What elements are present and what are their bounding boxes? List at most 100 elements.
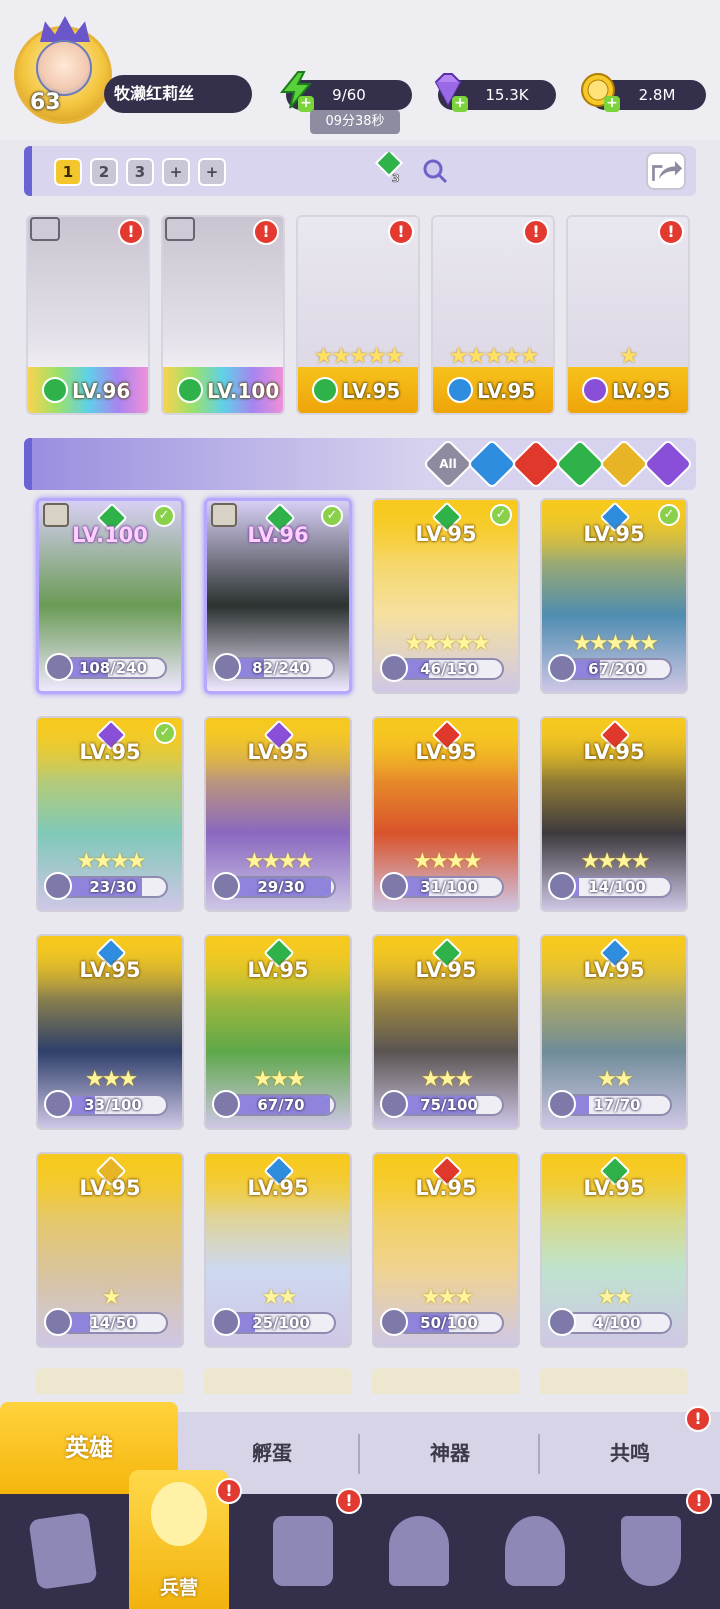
cards-icon — [28, 1512, 98, 1590]
shard-icon — [44, 872, 72, 900]
filter-wind[interactable] — [554, 438, 606, 490]
tab-artifacts[interactable]: 神器 — [362, 1412, 538, 1494]
filter-light[interactable] — [598, 438, 650, 490]
hero-card-partial — [36, 1368, 184, 1394]
hero-stars: ★ — [101, 1285, 122, 1310]
nav-guild[interactable] — [606, 1506, 696, 1596]
shard-icon — [44, 1090, 72, 1118]
magnify-icon[interactable] — [422, 158, 448, 184]
hero-card[interactable]: ✓ LV.95 ★★★★★ 67/200 — [540, 498, 688, 694]
shard-progress-text: 31/100 — [420, 878, 478, 896]
hero-stars: ★★★ — [84, 1067, 138, 1092]
resonance-alert-badge: ! — [685, 1406, 711, 1432]
tab-divider — [538, 1434, 540, 1474]
shard-progress-bar: 17/70 — [562, 1094, 672, 1116]
crown-icon — [40, 16, 90, 42]
shard-progress-text: 67/200 — [588, 660, 646, 678]
team-slot-2[interactable]: LV.100 ! — [161, 215, 285, 415]
hero-card[interactable]: LV.95 ★★★ 33/100 — [36, 934, 184, 1130]
shard-progress-text: 14/100 — [588, 878, 646, 896]
hero-card[interactable]: ✓ LV.96 82/240 — [204, 498, 352, 694]
hero-level: LV.100 — [72, 523, 148, 547]
slot-level: LV.96 — [72, 379, 131, 403]
hero-card[interactable]: LV.95 ★★ 4/100 — [540, 1152, 688, 1348]
filter-all[interactable]: All — [422, 438, 474, 490]
nav-barracks-label: 兵营 — [159, 1577, 198, 1599]
team-slot-5[interactable]: LV.95 ★ ! — [566, 215, 690, 415]
share-icon — [652, 161, 683, 181]
hero-stars: ★★★★ — [244, 849, 315, 874]
castle-icon — [389, 1516, 449, 1586]
hero-card[interactable]: LV.95 ★★ 25/100 — [204, 1152, 352, 1348]
shard-progress-bar: 50/100 — [394, 1312, 504, 1334]
nav-barracks[interactable]: 兵营 — [129, 1470, 229, 1609]
hero-card[interactable]: LV.95 ★★★ 75/100 — [372, 934, 520, 1130]
sub-tabs: 英雄 孵蛋 神器 共鸣 ! — [0, 1402, 720, 1494]
nav-book[interactable] — [258, 1506, 348, 1596]
slot-stars: ★★★★★ — [313, 344, 405, 369]
hero-card[interactable]: ✓ LV.95 ★★★★ 23/30 — [36, 716, 184, 912]
slot-stars: ★ — [619, 344, 639, 369]
hero-card[interactable]: LV.95 ★★★★ 31/100 — [372, 716, 520, 912]
slot-alert-badge: ! — [523, 219, 549, 245]
avatar — [36, 40, 92, 96]
hero-card[interactable]: ✓ LV.95 ★★★★★ 46/150 — [372, 498, 520, 694]
filter-water[interactable] — [466, 438, 518, 490]
hero-stars: ★★ — [597, 1285, 633, 1310]
hero-card-partial — [204, 1368, 352, 1394]
hero-card[interactable]: LV.95 ★★★ 67/70 — [204, 934, 352, 1130]
hero-card[interactable]: LV.95 ★★★ 50/100 — [372, 1152, 520, 1348]
player-level: 63 — [30, 90, 61, 115]
team-tab-add-1[interactable]: + — [162, 158, 190, 186]
shard-progress-bar: 29/30 — [226, 876, 336, 898]
shard-progress-bar: 25/100 — [226, 1312, 336, 1334]
team-slot-4[interactable]: LV.95 ★★★★★ ! — [431, 215, 555, 415]
hero-card[interactable]: ✓ LV.100 108/240 — [36, 498, 184, 694]
nav-castle[interactable] — [374, 1506, 464, 1596]
wind-element-icon — [312, 377, 338, 403]
hero-card-partial — [540, 1368, 688, 1394]
nav-mushroom[interactable] — [490, 1506, 580, 1596]
hero-card[interactable]: LV.95 ★★★★ 14/100 — [540, 716, 688, 912]
hero-card[interactable]: LV.95 ★★ 17/70 — [540, 934, 688, 1130]
filter-dark[interactable] — [642, 438, 694, 490]
filter-all-label: All — [439, 457, 457, 471]
filter-fire[interactable] — [510, 438, 562, 490]
shard-icon — [213, 653, 241, 681]
nav-cards[interactable] — [18, 1506, 108, 1596]
hero-level: LV.95 — [247, 740, 309, 764]
hero-level: LV.95 — [583, 958, 645, 982]
hero-stars: ★★★ — [420, 1067, 474, 1092]
top-header: 63 牧濑红莉丝 9/60 + 09分38秒 15.3K + 2.8M + — [0, 0, 720, 140]
shard-progress-bar: 75/100 — [394, 1094, 504, 1116]
shard-progress-text: 108/240 — [78, 659, 148, 677]
shard-icon — [380, 872, 408, 900]
hero-level: LV.95 — [79, 958, 141, 982]
hero-card[interactable]: LV.95 ★★★★ 29/30 — [204, 716, 352, 912]
wind-element-icon — [42, 377, 68, 403]
shard-icon — [212, 1308, 240, 1336]
team-tab-1[interactable]: 1 — [54, 158, 82, 186]
shard-icon — [212, 872, 240, 900]
team-slot-3[interactable]: LV.95 ★★★★★ ! — [296, 215, 420, 415]
barracks-icon — [151, 1482, 207, 1546]
add-gems-button[interactable]: + — [452, 96, 468, 112]
element-filter-bar: All — [24, 438, 696, 490]
shard-icon — [548, 1308, 576, 1336]
add-gold-button[interactable]: + — [604, 96, 620, 112]
shard-progress-text: 46/150 — [420, 660, 478, 678]
hero-level: LV.95 — [79, 740, 141, 764]
hero-card[interactable]: LV.95 ★ 14/50 — [36, 1152, 184, 1348]
player-avatar[interactable]: 63 — [10, 16, 120, 136]
shard-progress-text: 33/100 — [84, 1096, 142, 1114]
team-tab-add-2[interactable]: + — [198, 158, 226, 186]
team-slot-1[interactable]: LV.96 ! — [26, 215, 150, 415]
shard-progress-text: 67/70 — [257, 1096, 305, 1114]
slot-level: LV.95 — [477, 379, 536, 403]
hero-stars: ★★★★ — [76, 849, 147, 874]
team-tab-3[interactable]: 3 — [126, 158, 154, 186]
shard-progress-bar: 67/70 — [226, 1094, 336, 1116]
team-tab-2[interactable]: 2 — [90, 158, 118, 186]
share-button[interactable] — [646, 152, 686, 190]
shard-icon — [380, 1090, 408, 1118]
